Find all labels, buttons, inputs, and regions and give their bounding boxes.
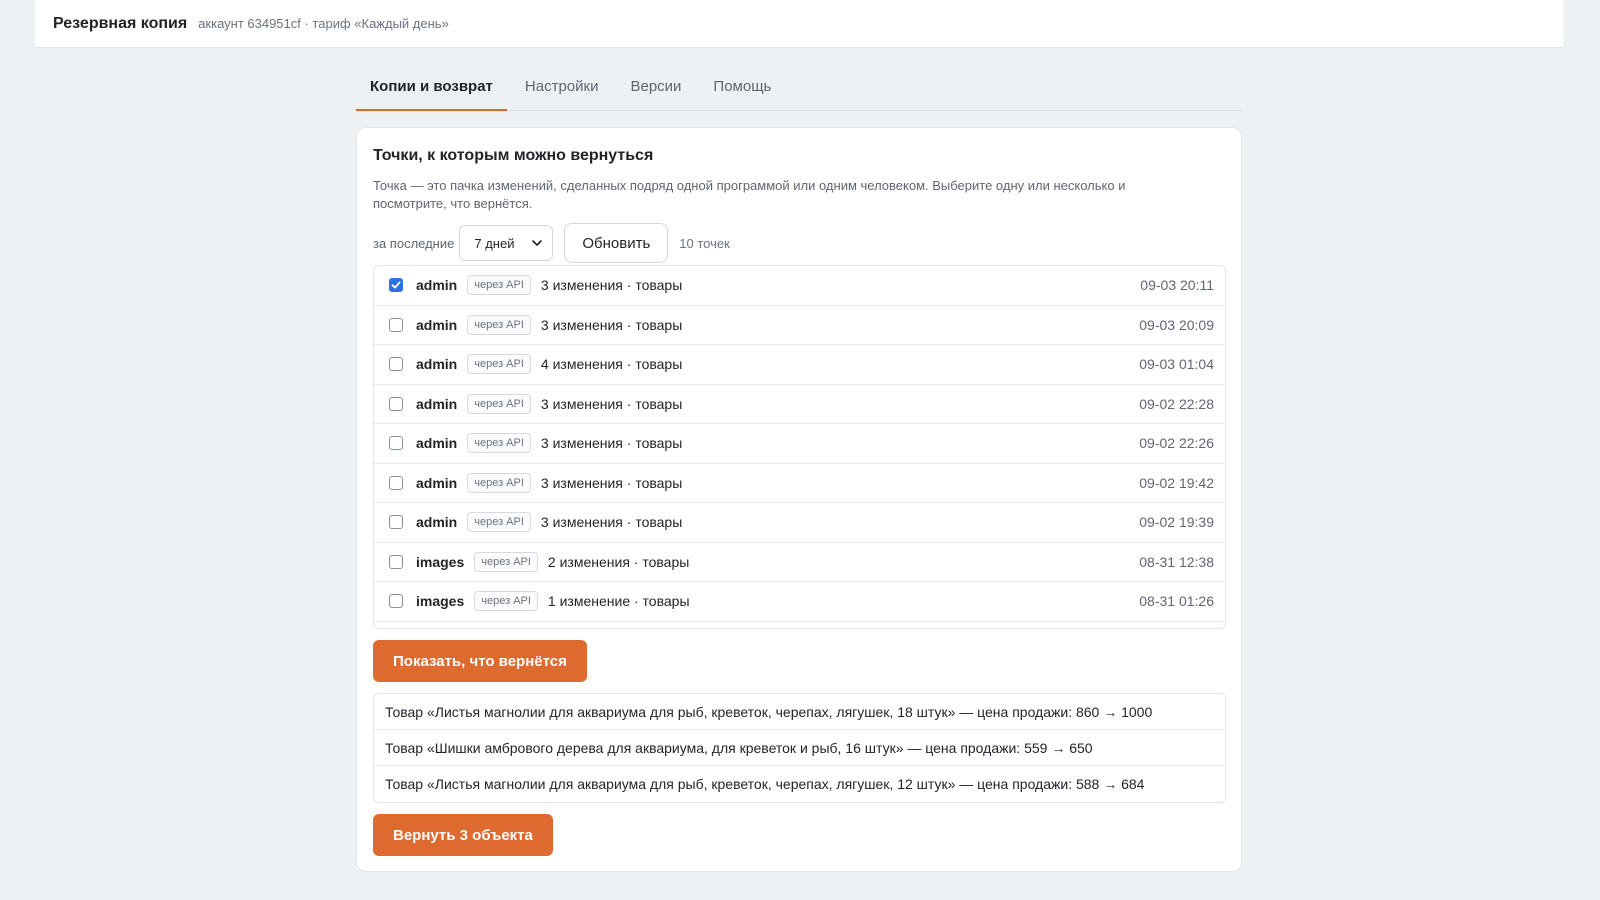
point-summary: 3 изменения · товары [540,474,683,491]
point-summary: 3 изменения · товары [540,514,683,531]
point-row[interactable]: admin через API 3 изменения · товары 09-02 … [374,424,1225,464]
point-time: 09-02 22:26 [1139,435,1214,452]
tab-help[interactable]: Помощь [699,66,785,110]
point-summary: 4 изменения · товары [540,356,683,373]
check-icon [391,281,401,289]
point-time: 09-02 19:42 [1139,474,1214,491]
point-time: 09-02 19:39 [1139,514,1214,531]
point-summary: 3 изменения · товары [540,435,683,452]
point-author: admin [416,395,458,412]
source-badge: через API [467,275,531,296]
points-list[interactable]: admin через API 3 изменения · товары 09-03 … [373,265,1226,629]
restore-button[interactable]: Вернуть 3 объекта [373,814,553,856]
point-author: admin [416,435,458,452]
point-checkbox[interactable] [389,475,403,490]
source-badge: через API [474,591,538,612]
point-time: 08-31 12:38 [1139,553,1214,570]
point-time: 09-02 22:28 [1139,395,1214,412]
point-checkbox[interactable] [389,278,403,293]
account-info: аккаунт 634951cf · тариф «Каждый день» [198,16,449,31]
point-row[interactable]: images через API 1 изменение · товары 08-31… [374,582,1225,622]
tab-settings[interactable]: Настройки [511,66,613,110]
point-row[interactable]: admin через API 4 изменения · товары 09-03 … [374,345,1225,385]
source-badge: через API [467,433,531,454]
point-row[interactable]: admin через API 3 изменения · товары 09-02 … [374,503,1225,543]
point-author: admin [416,356,458,373]
change-item: Товар «Листья магнолии для аквариума для… [374,694,1225,730]
change-item: Товар «Листья магнолии для аквариума для… [385,776,1145,792]
point-summary: 3 изменения · товары [540,395,683,412]
source-badge: через API [467,512,531,533]
changes-list: Товар «Листья магнолии для аквариума для… [373,693,1226,803]
point-row[interactable]: admin через API 3 изменения · товары 09-03 … [374,306,1225,345]
show-preview-button[interactable]: Показать, что вернётся [373,640,587,682]
point-checkbox[interactable] [389,317,403,332]
tab-bar: Копии и возврат Настройки Версии Помощь [356,66,1242,111]
point-checkbox[interactable] [389,396,403,411]
period-value: 7 дней [474,235,515,251]
point-time: 09-03 20:11 [1140,277,1214,294]
panel-title: Точки, к которым можно вернуться [373,147,654,164]
point-time: 08-31 01:26 [1139,593,1214,610]
point-author: images [416,593,465,610]
source-badge: через API [467,314,531,335]
point-author: admin [416,277,458,294]
point-author: admin [416,474,458,491]
point-row[interactable]: admin через API 3 изменения · товары 09-03 … [374,266,1225,306]
app-title: Резервная копия [53,14,188,32]
change-item: Товар «Шишки амбрового дерева для аквари… [374,730,1225,766]
chevron-down-icon [532,240,543,246]
point-author: admin [416,316,458,333]
point-summary: 3 изменения · товары [540,277,683,294]
point-checkbox[interactable] [389,357,403,372]
refresh-button[interactable]: Обновить [564,223,669,263]
top-bar: Резервная копия аккаунт 634951cf · тариф… [35,0,1563,48]
filter-row: за последние 7 дней Обновить 10 точек [373,223,730,263]
period-label: за последние [373,235,455,251]
source-badge: через API [467,354,531,375]
period-select[interactable]: 7 дней [459,225,554,261]
tab-versions[interactable]: Версии [616,66,695,110]
point-row[interactable]: admin через API 3 изменения · товары 09-02 … [374,464,1225,503]
point-checkbox[interactable] [389,594,403,609]
source-badge: через API [467,393,531,414]
point-summary: 3 изменения · товары [540,316,683,333]
panel-description: Точка — это пачка изменений, сделанных п… [373,178,1126,211]
restore-points-panel: Точки, к которым можно вернуться Точка —… [356,127,1242,872]
point-author: admin [416,514,458,531]
point-row[interactable]: admin через API 3 изменения · товары 09-02 … [374,385,1225,424]
source-badge: через API [474,551,538,572]
point-checkbox[interactable] [389,436,403,451]
point-summary: 1 изменение · товары [547,593,690,610]
point-time: 09-03 01:04 [1139,356,1214,373]
point-checkbox[interactable] [389,515,403,530]
point-checkbox[interactable] [389,554,403,569]
point-time: 09-03 20:09 [1139,316,1214,333]
point-summary: 2 изменения · товары [547,553,690,570]
source-badge: через API [467,472,531,493]
point-author: images [416,553,465,570]
points-count: 10 точек [679,235,730,251]
point-row[interactable]: images через API 2 изменения · товары 08-31… [374,543,1225,582]
tab-backups[interactable]: Копии и возврат [356,66,507,111]
